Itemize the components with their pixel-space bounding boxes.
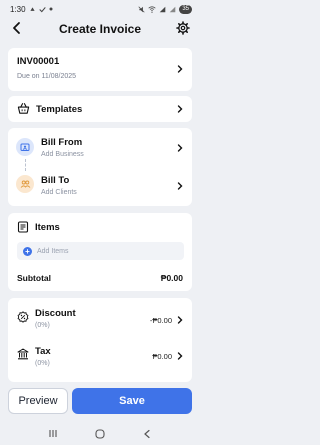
tax-label: Tax xyxy=(35,346,51,357)
chevron-right-icon xyxy=(177,144,183,152)
top-bar: Create Invoice xyxy=(0,18,200,40)
items-card: Items + Add Items Subtotal ₱0.00 xyxy=(8,213,192,291)
signal-icon xyxy=(160,6,166,12)
bill-from-label: Bill From xyxy=(41,137,83,148)
save-button[interactable]: Save xyxy=(72,388,192,414)
back-nav-icon[interactable] xyxy=(142,429,152,439)
tax-row[interactable]: Tax (0%) ₱0.00 xyxy=(8,338,192,382)
invoice-number: INV00001 xyxy=(17,56,60,67)
business-icon xyxy=(20,143,30,151)
wifi-icon xyxy=(148,5,156,13)
items-label: Items xyxy=(35,222,60,233)
battery-badge: 35 xyxy=(179,4,192,14)
signal-icon-2 xyxy=(170,6,176,12)
subtotal-value: ₱0.00 xyxy=(160,273,183,283)
discount-badge-icon xyxy=(17,311,29,323)
dot-icon xyxy=(49,7,53,11)
list-icon xyxy=(17,221,29,233)
notification-icon xyxy=(29,6,35,11)
chevron-right-icon xyxy=(177,316,183,324)
add-items-label: Add Items xyxy=(37,247,69,255)
bill-to-icon-circle xyxy=(16,175,34,193)
chevron-right-icon xyxy=(177,352,183,360)
bill-to-row[interactable]: Bill To Add Clients xyxy=(8,170,192,206)
preview-button[interactable]: Preview xyxy=(8,388,68,414)
gear-icon[interactable] xyxy=(176,21,190,35)
bill-to-sub: Add Clients xyxy=(41,189,77,196)
subtotal-label: Subtotal xyxy=(17,273,51,283)
templates-label: Templates xyxy=(36,104,83,115)
chevron-right-icon xyxy=(177,105,183,113)
recent-apps-icon[interactable] xyxy=(48,429,58,438)
discount-label: Discount xyxy=(35,308,76,319)
tax-percent: (0%) xyxy=(35,360,50,367)
invoice-number-card[interactable]: INV00001 Due on 11/08/2025 xyxy=(8,48,192,91)
discount-percent: (0%) xyxy=(35,322,50,329)
status-bar: 1:30 35 xyxy=(0,0,200,18)
invoice-due-date: Due on 11/08/2025 xyxy=(17,73,77,80)
adjustments-card: Discount (0%) -₱0.00 Tax (0%) ₱0.00 xyxy=(8,298,192,382)
tax-value: ₱0.00 xyxy=(152,352,172,361)
bill-from-row[interactable]: Bill From Add Business xyxy=(8,128,192,164)
discount-row[interactable]: Discount (0%) -₱0.00 xyxy=(8,298,192,338)
chevron-right-icon xyxy=(177,65,183,73)
templates-card[interactable]: Templates xyxy=(8,96,192,122)
billing-card: Bill From Add Business Bill To Add Clien… xyxy=(8,128,192,206)
status-time: 1:30 xyxy=(10,4,26,14)
bill-from-icon-circle xyxy=(16,138,34,156)
mute-icon xyxy=(138,5,145,13)
add-items-button[interactable]: + Add Items xyxy=(17,242,184,260)
action-bar: Preview Save xyxy=(0,382,200,422)
bill-from-sub: Add Business xyxy=(41,151,84,158)
system-nav-bar xyxy=(0,422,200,445)
home-icon[interactable] xyxy=(95,428,105,439)
back-arrow-icon[interactable] xyxy=(10,21,24,35)
bill-to-label: Bill To xyxy=(41,175,70,186)
clients-icon xyxy=(20,180,30,188)
chevron-right-icon xyxy=(177,182,183,190)
plus-icon: + xyxy=(23,246,32,256)
bank-icon xyxy=(17,348,29,360)
basket-icon xyxy=(17,103,30,114)
page-title: Create Invoice xyxy=(58,22,142,36)
discount-value: -₱0.00 xyxy=(149,316,172,325)
check-icon xyxy=(38,6,46,12)
